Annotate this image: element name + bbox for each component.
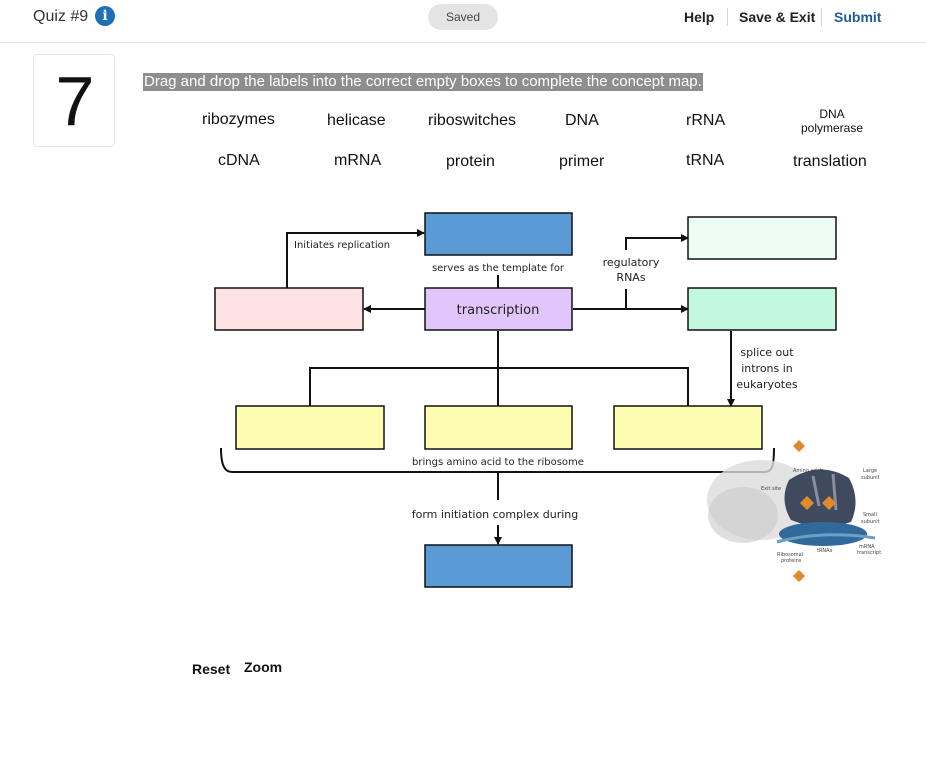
drop-box-right[interactable]: [687, 287, 837, 331]
drop-box-bottom-middle[interactable]: [424, 405, 573, 450]
drop-box-bottom-left[interactable]: [235, 405, 385, 450]
zoom-button[interactable]: Zoom: [244, 659, 282, 675]
ribosome-small-subunit-label-2: subunit: [861, 519, 880, 525]
edge-label-splice-1: splice out: [740, 346, 794, 359]
ribosome-exit-site-label: Exit site: [761, 486, 781, 492]
edge-label-initiates: Initiates replication: [294, 240, 390, 251]
edge-label-brings: brings amino acid to the ribosome: [412, 457, 584, 468]
edge-label-splice-3: eukaryotes: [736, 378, 797, 391]
drop-box-top-right[interactable]: [687, 216, 837, 260]
edge-label-regulatory: regulatory: [603, 256, 660, 269]
transcription-label: transcription: [457, 303, 540, 318]
drop-box-left[interactable]: [214, 287, 364, 331]
connector-regulatory-upper: [625, 234, 689, 250]
drop-box-top[interactable]: [424, 212, 573, 256]
edge-label-template: serves as the template for: [432, 263, 565, 274]
drop-box-bottom[interactable]: [424, 544, 573, 588]
concept-map: transcription Initiates replication serv…: [214, 212, 837, 588]
ribosome-large-subunit-label-2: subunit: [861, 475, 880, 481]
ribosome-small-subunit-label-1: Small: [863, 512, 877, 518]
ribosome-illustration: Amino acids Large subunit Exit site Smal…: [707, 440, 881, 582]
ribosome-large-subunit-label-1: Large: [863, 468, 877, 474]
ribosome-proteins-label-2: proteins: [781, 558, 802, 564]
edge-label-form: form initiation complex during: [412, 508, 579, 521]
edge-label-splice-2: introns in: [741, 362, 793, 375]
ribosome-amino-acids-label: Amino acids: [793, 468, 824, 474]
ribosome-trnas-label: tRNAs: [817, 548, 833, 554]
reset-button[interactable]: Reset: [192, 661, 230, 677]
ribosome-mrna-label-2: transcript: [857, 550, 881, 556]
edge-label-regulatory-2: RNAs: [616, 271, 645, 284]
